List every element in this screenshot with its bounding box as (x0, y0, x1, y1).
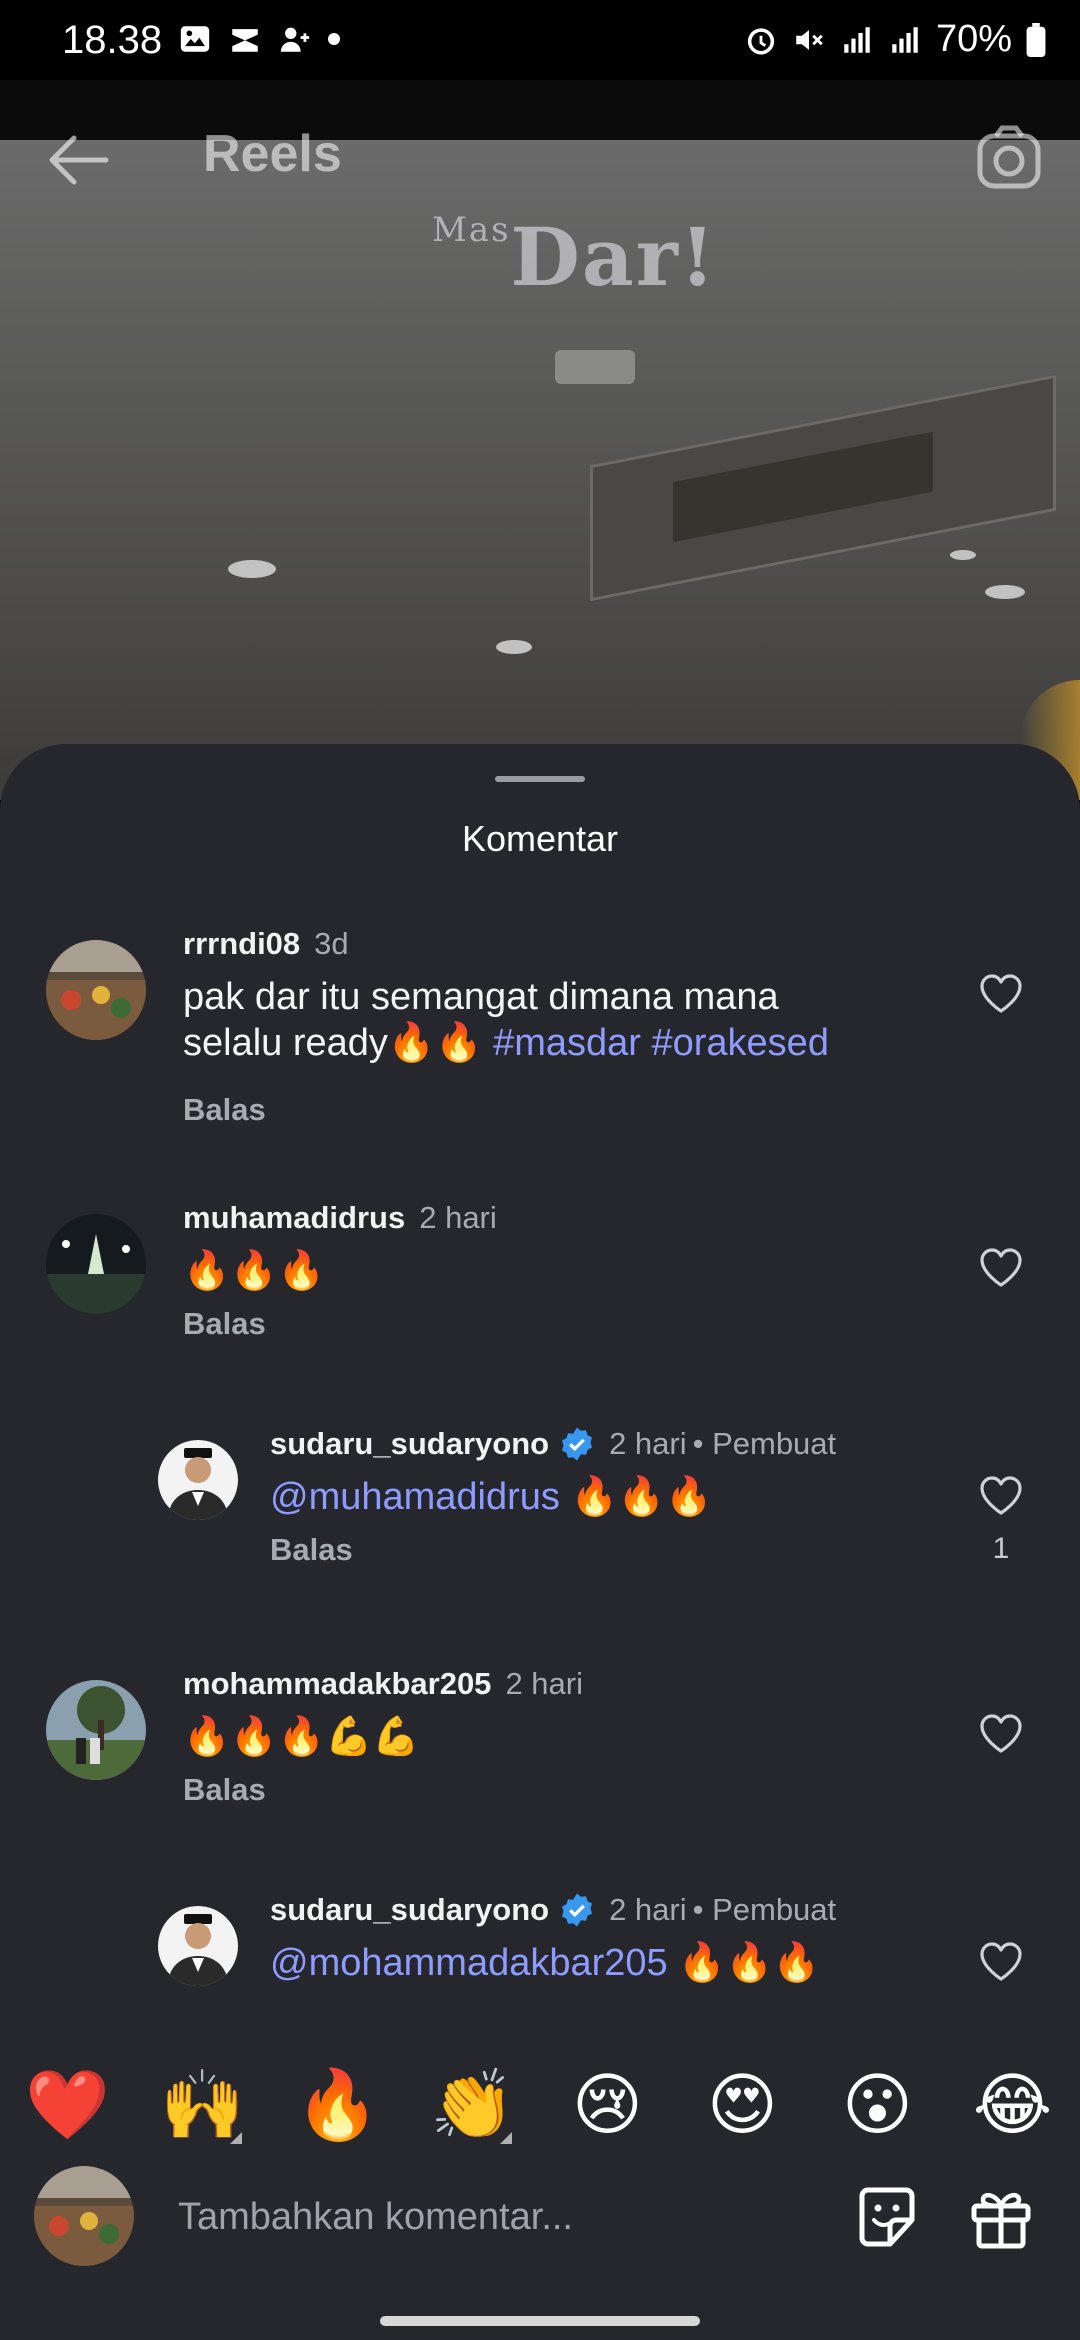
reply-button[interactable]: Balas (270, 1532, 353, 1568)
comment-time: 2 hari (609, 1892, 687, 1927)
ceiling-light (496, 640, 532, 654)
camera-icon[interactable] (974, 124, 1044, 194)
status-bar: 18.38 70% (0, 0, 1080, 80)
page-title: Reels (203, 125, 342, 183)
hashtags[interactable]: #masdar #orakesed (493, 1022, 829, 1064)
like-count: 1 (992, 1532, 1010, 1565)
emoji-heart-eyes-button[interactable]: 😍 (675, 2040, 810, 2170)
skin-tone-indicator (230, 2132, 242, 2144)
emoji-raised-hands-button[interactable]: 🙌 (135, 2040, 270, 2170)
emoji-surprised-button[interactable]: 😮 (810, 2040, 945, 2170)
ceiling-light (950, 550, 976, 560)
comment-text: 🔥🔥🔥💪💪 (183, 1716, 420, 1758)
comment-time: 2 hari (419, 1200, 497, 1235)
heart-icon[interactable] (978, 1475, 1024, 1517)
mention-link[interactable]: @mohammadakbar205 (270, 1942, 668, 1984)
capcut-icon (232, 29, 258, 52)
notification-dot (328, 33, 340, 45)
gallery-icon (180, 26, 210, 52)
back-arrow-icon[interactable] (42, 130, 112, 190)
emoji-crying-button[interactable]: 😢 (540, 2040, 675, 2170)
avatar[interactable] (46, 1680, 146, 1780)
comment-text: 🔥🔥🔥 (183, 1250, 325, 1292)
ceiling-light (985, 585, 1025, 599)
home-indicator[interactable] (380, 2316, 700, 2326)
comment-username[interactable]: sudaru_sudaryono (270, 1426, 549, 1461)
reply-button[interactable]: Balas (183, 1092, 266, 1128)
creator-badge: • Pembuat (692, 1892, 837, 1927)
battery-icon (1026, 22, 1046, 57)
avatar[interactable] (158, 1440, 238, 1520)
creator-badge: • Pembuat (692, 1426, 837, 1461)
heart-icon[interactable] (978, 973, 1024, 1015)
heart-icon[interactable] (978, 1941, 1024, 1983)
verified-badge-icon (562, 1427, 593, 1461)
add-contact-icon (280, 27, 310, 52)
comment-input-bar (0, 2160, 1080, 2270)
alarm-icon (747, 27, 775, 55)
emoji-fire-button[interactable]: 🔥 (270, 2040, 405, 2170)
sheet-title: Komentar (461, 818, 619, 859)
ceiling-speaker (555, 350, 635, 384)
verified-badge-icon (562, 1893, 593, 1927)
reply-button[interactable]: Balas (183, 1772, 266, 1808)
emoji-quick-bar: ❤️ 🙌 🔥 👏 😢 😍 😮 😂 (0, 2040, 1080, 2170)
comment-time: 2 hari (609, 1426, 687, 1461)
comment-time: 3d (314, 926, 349, 961)
mention-link[interactable]: @muhamadidrus (270, 1476, 560, 1518)
avatar[interactable] (158, 1906, 238, 1986)
avatar[interactable] (46, 1214, 146, 1314)
signal-2-icon (892, 26, 918, 53)
status-system-icons: 70% (744, 18, 1046, 61)
my-avatar (34, 2166, 134, 2266)
comment-text: pak dar itu semangat dimana mana selalu … (183, 976, 829, 1064)
mute-icon (796, 29, 823, 50)
comment-text: @muhamadidrus 🔥🔥🔥 (270, 1476, 713, 1518)
ceiling-ac (590, 374, 1056, 602)
comment-username[interactable]: sudaru_sudaryono (270, 1892, 549, 1927)
signal-icon (844, 26, 870, 53)
comment-username[interactable]: muhamadidrus (183, 1200, 405, 1235)
avatar[interactable] (46, 940, 146, 1040)
comment-username[interactable]: mohammadakbar205 (183, 1666, 491, 1701)
emoji-joy-button[interactable]: 😂 (945, 2040, 1080, 2170)
emoji-heart-button[interactable]: ❤️ (0, 2040, 135, 2170)
reply-button[interactable]: Balas (183, 1306, 266, 1342)
skin-tone-indicator (500, 2132, 512, 2144)
comment-input[interactable] (176, 2186, 840, 2248)
comment-text: @mohammadakbar205 🔥🔥🔥 (270, 1942, 821, 1984)
gift-icon[interactable] (966, 2182, 1036, 2252)
system-nav-bar (0, 2282, 1080, 2340)
battery-percent: 70% (935, 18, 1012, 60)
video-watermark: MasDar! (432, 210, 718, 304)
status-notification-icons (178, 22, 340, 56)
emoji-clap-button[interactable]: 👏 (405, 2040, 540, 2170)
heart-icon[interactable] (978, 1713, 1024, 1755)
drag-handle[interactable] (495, 776, 585, 782)
ceiling-light (228, 560, 276, 578)
reel-video[interactable]: MasDar! (0, 140, 1080, 800)
status-time: 18.38 (62, 18, 163, 62)
comment-username[interactable]: rrrndi08 (183, 926, 300, 961)
reels-header: Reels (0, 100, 1080, 220)
heart-icon[interactable] (978, 1247, 1024, 1289)
comment-time: 2 hari (505, 1666, 583, 1701)
sticker-icon[interactable] (852, 2182, 922, 2252)
